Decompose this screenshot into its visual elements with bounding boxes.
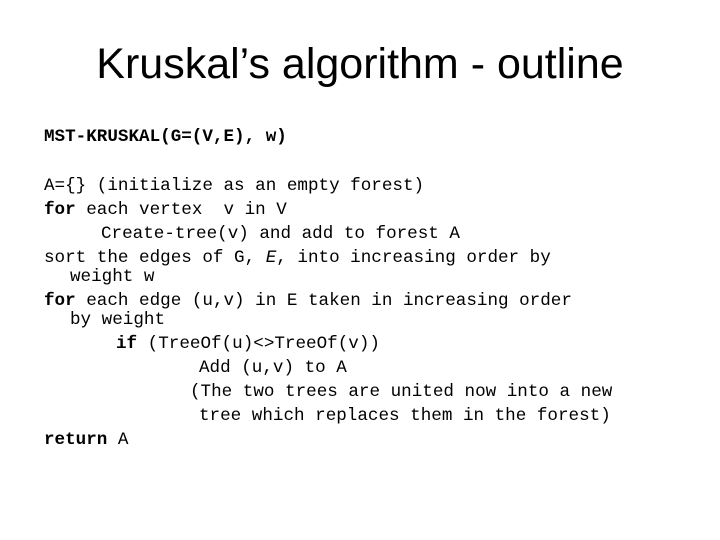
keyword-for: for — [44, 200, 76, 220]
keyword-return: return — [44, 430, 108, 450]
code-text: (TreeOf(u)<>TreeOf(v)) — [137, 334, 380, 354]
code-line-for-edge: for each edge (u,v) in E taken in increa… — [44, 292, 572, 311]
code-line-if: if (TreeOf(u)<>TreeOf(v)) — [116, 335, 380, 354]
algorithm-signature: MST-KRUSKAL(G=(V,E), w) — [44, 127, 287, 147]
code-text: each edge (u,v) in E taken in increasing… — [75, 291, 572, 311]
slide-title: Kruskal’s algorithm - outline — [96, 40, 624, 88]
code-line-return: return A — [44, 431, 128, 450]
code-line-create-tree: Create-tree(v) and add to forest A — [101, 224, 460, 244]
code-text: each vertex v in V — [75, 200, 287, 220]
code-line-for-vertex: for each vertex v in V — [44, 201, 287, 220]
code-line-add: Add (u,v) to A — [199, 358, 347, 378]
code-text: , into increasing order by — [276, 248, 551, 268]
code-italic-e: E — [265, 248, 277, 268]
code-line-sort-cont: weight w — [70, 267, 155, 287]
code-line-comment-1: (The two trees are united now into a new — [190, 382, 613, 402]
code-line-sort: sort the edges of G, E, into increasing … — [44, 249, 551, 268]
code-text: sort the edges of G, — [44, 248, 266, 268]
code-line-init: A={} (initialize as an empty forest) — [44, 176, 425, 196]
code-line-comment-2: tree which replaces them in the forest) — [199, 406, 611, 426]
code-text: A — [107, 430, 129, 450]
keyword-if: if — [116, 334, 138, 354]
code-line-for-edge-cont: by weight — [70, 310, 166, 330]
keyword-for: for — [44, 291, 76, 311]
